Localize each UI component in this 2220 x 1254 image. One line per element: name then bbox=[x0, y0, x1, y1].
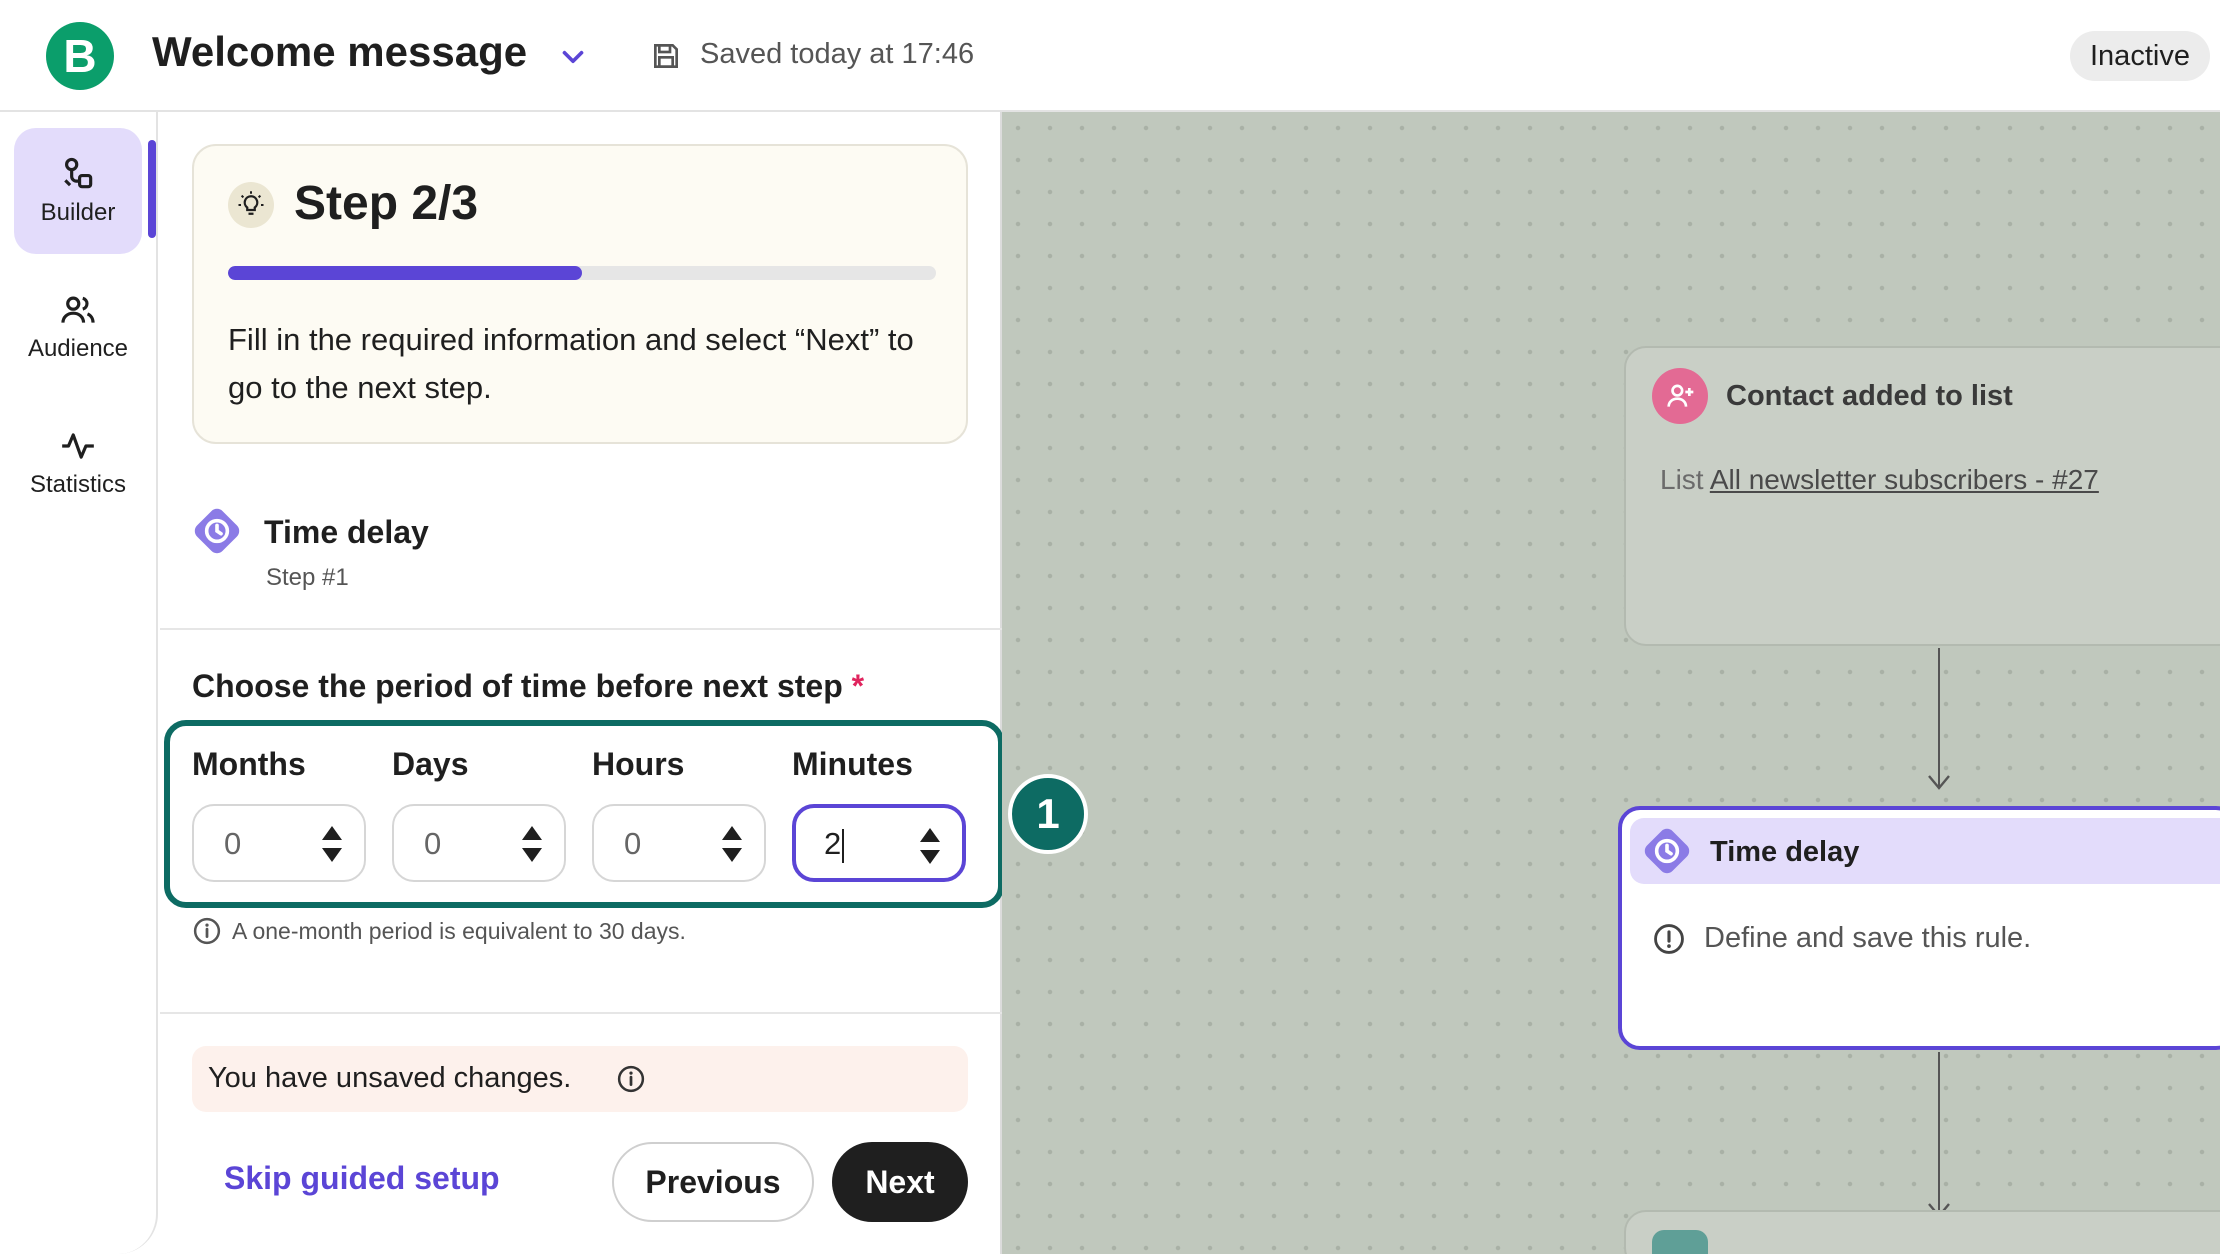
time-delay-icon bbox=[194, 508, 240, 554]
block-step-number: Step #1 bbox=[266, 564, 349, 591]
days-value: 0 bbox=[424, 826, 442, 861]
step-description: Fill in the required information and sel… bbox=[228, 322, 914, 405]
spin-arrows-icon[interactable] bbox=[916, 822, 944, 870]
callout-marker: 1 bbox=[1008, 774, 1088, 854]
block-title: Time delay bbox=[264, 514, 429, 550]
step-progress-fill bbox=[228, 266, 582, 280]
skip-guided-setup-link[interactable]: Skip guided setup bbox=[224, 1160, 500, 1197]
required-mark: * bbox=[851, 668, 865, 704]
left-navigation: Builder Audience Statistics bbox=[0, 112, 158, 1254]
hours-value: 0 bbox=[624, 826, 642, 861]
months-label: Months bbox=[192, 746, 306, 782]
months-stepper[interactable]: 0 bbox=[192, 804, 366, 882]
time-delay-node-warning: Define and save this rule. bbox=[1704, 922, 2032, 954]
connector-line bbox=[1938, 1052, 1940, 1212]
info-icon[interactable] bbox=[616, 1064, 646, 1094]
top-header: B Welcome message Saved today at 17:46 I… bbox=[0, 0, 2220, 112]
step-card: Step 2/3 Fill in the required informatio… bbox=[192, 144, 968, 444]
minutes-label: Minutes bbox=[792, 746, 913, 782]
arrow-down-icon bbox=[1928, 775, 1950, 790]
nav-item-builder[interactable]: Builder bbox=[14, 128, 142, 254]
trigger-node[interactable]: Contact added to list List All newslette… bbox=[1624, 346, 2220, 646]
step-progress-bar bbox=[228, 266, 936, 280]
save-icon bbox=[654, 44, 678, 68]
nav-label-builder: Builder bbox=[40, 199, 116, 226]
unsaved-changes-notice: You have unsaved changes. bbox=[192, 1046, 968, 1112]
builder-icon bbox=[64, 157, 93, 189]
hours-stepper[interactable]: 0 bbox=[592, 804, 766, 882]
step-title: Step 2/3 bbox=[294, 177, 479, 230]
email-icon bbox=[1652, 1230, 1708, 1254]
divider bbox=[160, 1012, 1002, 1014]
text-caret bbox=[842, 828, 845, 863]
days-label: Days bbox=[392, 746, 469, 782]
trigger-node-detail: List All newsletter subscribers - #27 bbox=[1660, 464, 2099, 496]
info-icon bbox=[193, 917, 221, 945]
connector-line bbox=[1938, 648, 1940, 788]
spin-arrows-icon[interactable] bbox=[518, 820, 546, 868]
warning-icon bbox=[1654, 924, 1684, 954]
minutes-stepper[interactable]: 2 bbox=[792, 804, 966, 882]
period-label: Choose the period of time before next st… bbox=[192, 668, 864, 705]
previous-button[interactable]: Previous bbox=[612, 1142, 814, 1222]
time-delay-node[interactable]: Time delay Define and save this rule. bbox=[1618, 806, 2220, 1050]
chevron-down-icon[interactable] bbox=[556, 40, 590, 74]
audience-icon bbox=[61, 296, 95, 323]
months-value: 0 bbox=[224, 826, 242, 861]
spin-arrows-icon[interactable] bbox=[718, 820, 746, 868]
saved-status-text: Saved today at 17:46 bbox=[700, 38, 975, 70]
minutes-value: 2 bbox=[824, 826, 845, 863]
time-delay-node-header: Time delay bbox=[1630, 818, 2220, 884]
nav-item-audience[interactable]: Audience bbox=[14, 264, 142, 390]
time-delay-icon bbox=[1644, 828, 1690, 874]
lightbulb-icon bbox=[228, 182, 274, 228]
workflow-canvas[interactable]: Contact added to list List All newslette… bbox=[1002, 112, 2220, 1254]
spin-arrows-icon[interactable] bbox=[318, 820, 346, 868]
hours-label: Hours bbox=[592, 746, 685, 782]
next-button[interactable]: Next bbox=[832, 1142, 968, 1222]
logo-letter: B bbox=[63, 30, 97, 82]
period-hint: A one-month period is equivalent to 30 d… bbox=[232, 918, 686, 944]
days-stepper[interactable]: 0 bbox=[392, 804, 566, 882]
guided-setup-panel: Step 2/3 Fill in the required informatio… bbox=[160, 112, 1004, 1254]
status-badge: Inactive bbox=[2070, 31, 2210, 81]
user-add-icon bbox=[1652, 368, 1708, 424]
nav-item-statistics[interactable]: Statistics bbox=[14, 400, 142, 526]
active-nav-indicator bbox=[148, 140, 156, 238]
next-action-node[interactable] bbox=[1624, 1210, 2220, 1254]
statistics-icon bbox=[62, 433, 94, 459]
list-prefix: List bbox=[1660, 464, 1704, 495]
time-delay-node-title: Time delay bbox=[1710, 836, 1860, 868]
trigger-node-title: Contact added to list bbox=[1726, 380, 2013, 412]
brevo-logo[interactable]: B bbox=[46, 22, 114, 90]
unsaved-changes-text: You have unsaved changes. bbox=[208, 1062, 572, 1094]
nav-label-statistics: Statistics bbox=[29, 471, 127, 498]
divider bbox=[160, 628, 1002, 630]
list-link[interactable]: All newsletter subscribers - #27 bbox=[1710, 464, 2099, 495]
nav-label-audience: Audience bbox=[27, 335, 129, 362]
workflow-title[interactable]: Welcome message bbox=[152, 28, 527, 76]
minutes-value-text: 2 bbox=[824, 826, 842, 861]
period-label-text: Choose the period of time before next st… bbox=[192, 668, 843, 704]
